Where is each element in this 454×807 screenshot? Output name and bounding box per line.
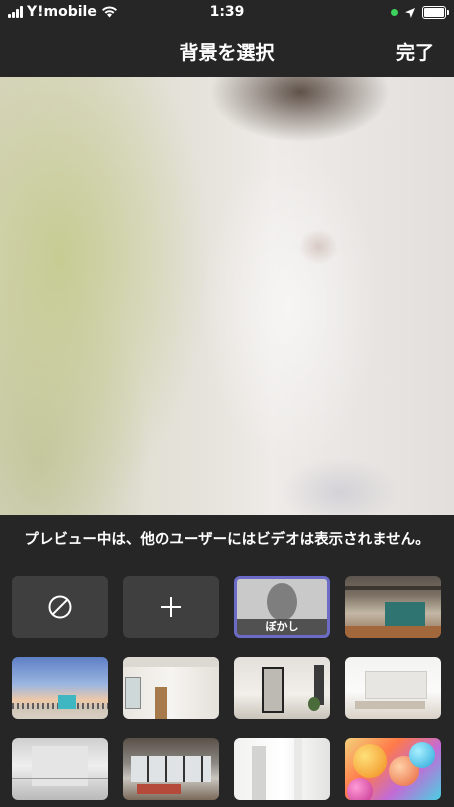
battery-icon [422, 6, 449, 19]
clock: 1:39 [209, 4, 245, 20]
video-preview [0, 77, 454, 515]
background-option-beach[interactable] [12, 657, 108, 719]
background-option-room-with-mirror[interactable] [234, 657, 330, 719]
blur-background-option[interactable]: ぼかし [234, 576, 330, 638]
background-option-loft[interactable] [123, 738, 219, 800]
add-background-button[interactable] [123, 576, 219, 638]
status-right [391, 6, 449, 19]
location-arrow-icon [405, 7, 415, 18]
background-option-balloons[interactable] [345, 738, 441, 800]
background-option-white-interior[interactable] [234, 738, 330, 800]
none-icon [48, 595, 72, 619]
background-option-white-room[interactable] [123, 657, 219, 719]
recording-indicator-icon [391, 9, 398, 16]
blur-label: ぼかし [237, 619, 327, 635]
blurred-person-thumbnail [267, 583, 297, 621]
done-button[interactable]: 完了 [396, 38, 434, 65]
status-bar: Y!mobile 1:39 [0, 0, 454, 26]
background-option-bright-room[interactable] [345, 657, 441, 719]
plus-icon [161, 597, 181, 617]
no-background-button[interactable] [12, 576, 108, 638]
page-title: 背景を選択 [179, 42, 275, 64]
preview-notice: プレビュー中は、他のユーザーにはビデオは表示されません。 [24, 532, 430, 548]
background-grid: ぼかし [12, 576, 443, 800]
navigation-bar: 背景を選択 完了 [0, 26, 454, 76]
background-option-office-lounge[interactable] [345, 576, 441, 638]
background-option-empty-hall[interactable] [12, 738, 108, 800]
